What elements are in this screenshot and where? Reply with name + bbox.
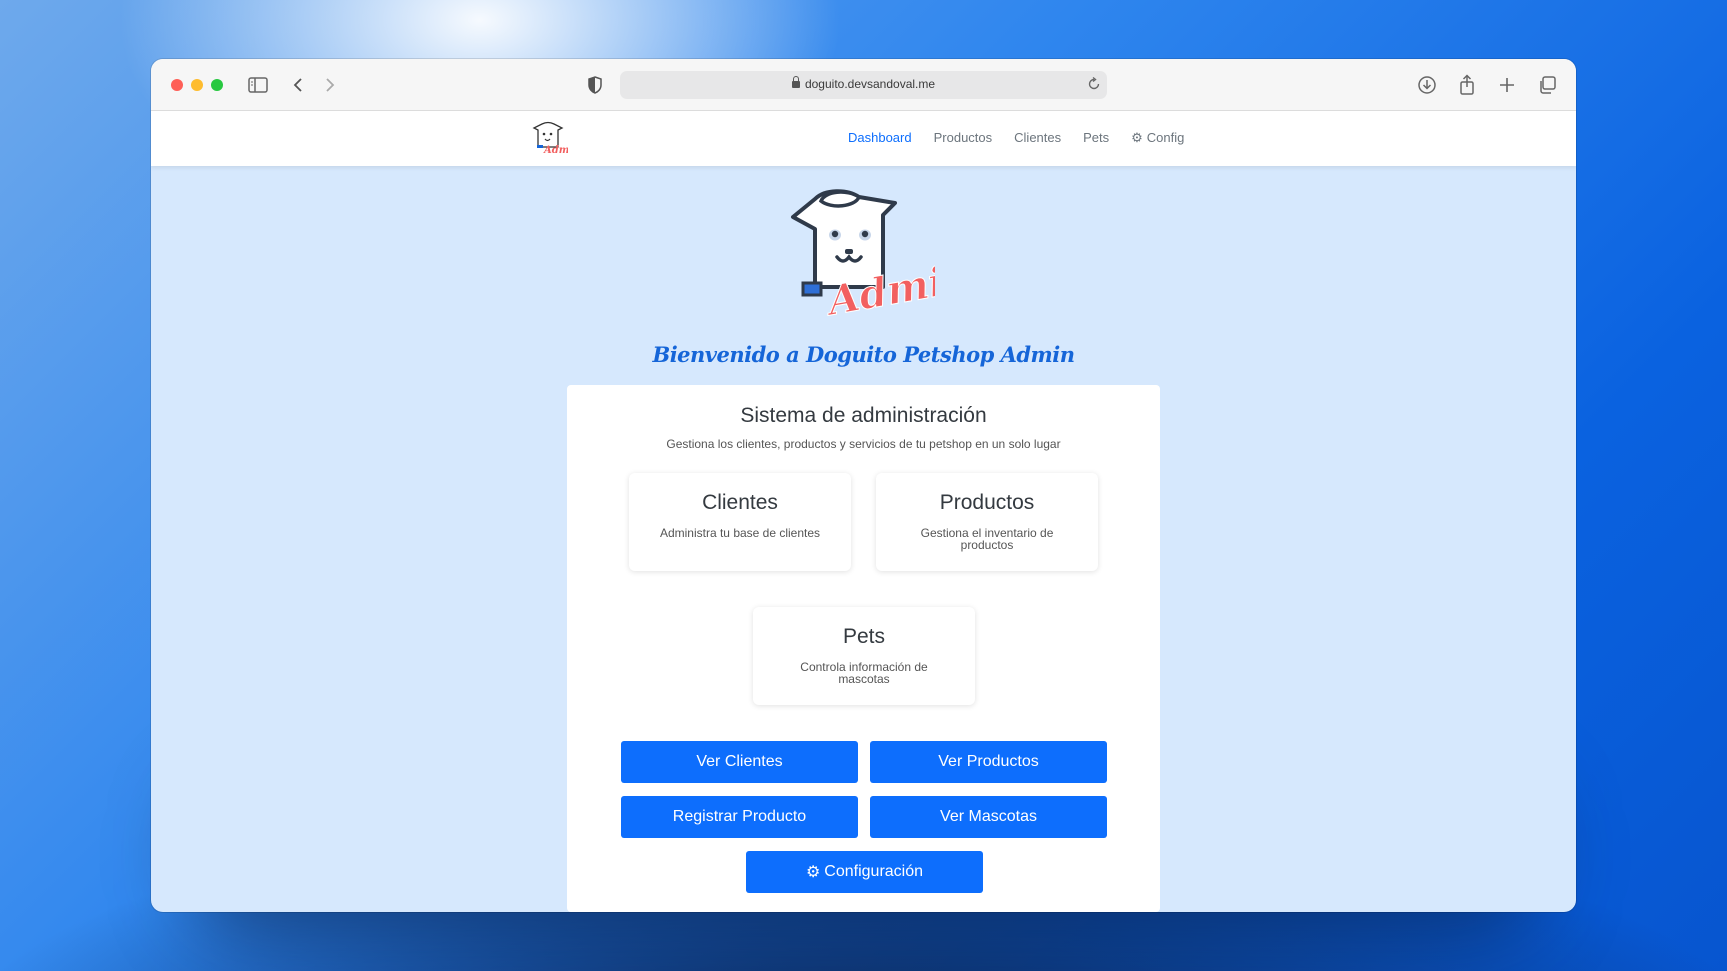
productos-card-desc: Gestiona el inventario de productos [920,526,1054,552]
share-icon[interactable] [1455,73,1479,97]
svg-text:Admin: Admin [543,145,568,156]
address-bar[interactable]: doguito.devsandoval.me [620,71,1107,99]
registrar-producto-button[interactable]: Registrar Producto [621,796,858,838]
doguito-nav-logo[interactable]: Admin [528,119,568,159]
privacy-shield-icon[interactable] [583,73,607,97]
pets-card: Pets Controla información de mascotas [753,607,975,705]
pets-card-title: Pets [842,625,886,648]
card-title: Sistema de administración [740,404,987,427]
tab-overview-icon[interactable] [1535,73,1559,97]
lock-icon [791,76,800,88]
nav-link-pets[interactable]: Pets [1083,130,1109,146]
configuracion-button-label: Configuración [824,863,924,880]
sidebar-toggle-icon[interactable] [246,73,270,97]
close-window-button[interactable] [171,79,183,91]
nav-link-dashboard[interactable]: Dashboard [848,130,912,146]
zoom-window-button[interactable] [211,79,223,91]
minimize-window-button[interactable] [191,79,203,91]
ver-productos-button[interactable]: Ver Productos [870,741,1107,783]
gear-icon: ⚙ [1131,130,1143,145]
ver-clientes-button[interactable]: Ver Clientes [621,741,858,783]
downloads-icon[interactable] [1415,73,1439,97]
doguito-admin-logo: Admin [791,189,935,321]
forward-icon[interactable] [318,73,342,97]
app-navbar: Admin Dashboard Productos Clientes Pets … [151,111,1576,166]
nav-link-clientes[interactable]: Clientes [1014,130,1061,146]
clientes-card-title: Clientes [702,491,778,514]
nav-link-productos[interactable]: Productos [934,130,993,146]
new-tab-icon[interactable] [1495,73,1519,97]
clientes-card: Clientes Administra tu base de clientes [629,473,851,571]
nav-link-config-label: Config [1146,130,1185,145]
gear-icon: ⚙ [805,864,821,881]
browser-toolbar: doguito.devsandoval.me [151,59,1576,111]
admin-card: Sistema de administración Gestiona los c… [567,385,1160,912]
pets-card-desc: Controla información de mascotas [800,660,928,686]
card-subtitle: Gestiona los clientes, productos y servi… [666,437,1061,451]
welcome-heading: Bienvenido a Doguito Petshop Admin [652,342,1075,367]
productos-card-title: Productos [939,491,1035,514]
browser-window: doguito.devsandoval.me Admin Dashboard [151,59,1576,912]
clientes-card-desc: Administra tu base de clientes [659,526,821,540]
url-text: doguito.devsandoval.me [804,77,936,91]
nav-link-config[interactable]: ⚙ Config [1131,130,1184,146]
productos-card: Productos Gestiona el inventario de prod… [876,473,1098,571]
nav-links: Dashboard Productos Clientes Pets ⚙ Confi… [848,130,1206,146]
configuracion-button[interactable]: ⚙ Configuración [746,851,983,893]
back-icon[interactable] [286,73,310,97]
reload-icon[interactable] [1087,76,1101,96]
ver-mascotas-button[interactable]: Ver Mascotas [870,796,1107,838]
